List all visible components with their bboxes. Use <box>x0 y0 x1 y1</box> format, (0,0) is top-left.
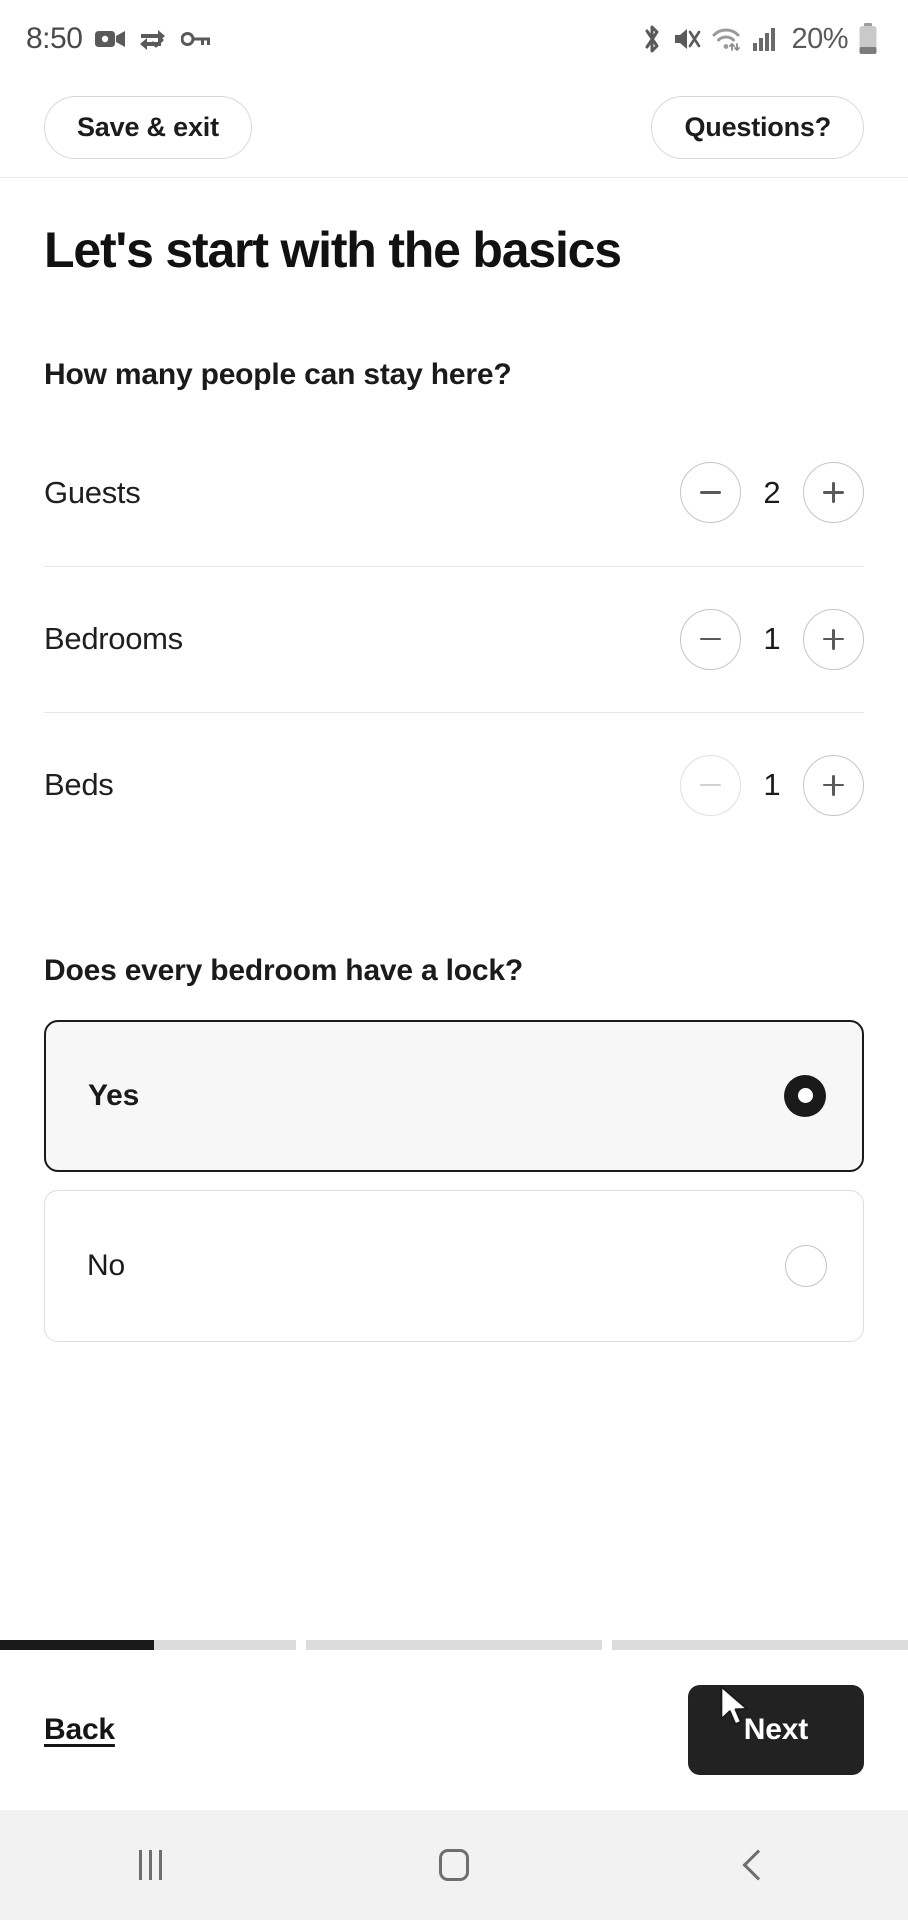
counter-label: Guests <box>44 474 141 510</box>
minus-icon <box>700 783 721 787</box>
radio-selected-icon <box>784 1074 826 1117</box>
progress-segment-1 <box>0 1640 296 1650</box>
lock-option-no[interactable]: No <box>44 1189 864 1342</box>
video-camera-icon <box>95 28 126 50</box>
lock-option-label: No <box>87 1248 125 1282</box>
wifi-icon <box>711 26 743 52</box>
status-bar-left: 8:50 <box>26 22 211 56</box>
guests-value: 2 <box>763 474 781 510</box>
lock-options-list: Yes No <box>44 1019 864 1342</box>
progress-segment-3 <box>612 1640 908 1650</box>
recents-icon[interactable] <box>138 1850 162 1880</box>
progress-bar <box>0 1640 908 1650</box>
beds-increment-button[interactable] <box>803 754 864 816</box>
back-button[interactable]: Back <box>44 1713 115 1747</box>
volume-muted-icon <box>673 26 701 52</box>
back-chevron-icon[interactable] <box>742 1849 774 1881</box>
counter-label: Bedrooms <box>44 621 183 656</box>
counter-row-guests: Guests 2 <box>44 420 864 566</box>
questions-button[interactable]: Questions? <box>651 96 864 159</box>
cellular-signal-icon <box>753 27 779 51</box>
lock-option-yes[interactable]: Yes <box>44 1019 864 1172</box>
guests-increment-button[interactable] <box>803 462 864 523</box>
next-button[interactable]: Next <box>687 1685 864 1775</box>
footer-nav: Back Next <box>0 1650 908 1810</box>
status-clock: 8:50 <box>26 22 83 55</box>
progress-segment-2 <box>306 1640 602 1650</box>
bedrooms-increment-button[interactable] <box>803 608 864 670</box>
page-title: Let's start with the basics <box>44 222 622 278</box>
lock-option-label: Yes <box>88 1078 140 1112</box>
home-icon[interactable] <box>439 1849 470 1881</box>
plus-icon <box>823 628 844 650</box>
counter-row-bedrooms: Bedrooms 1 <box>44 565 864 712</box>
battery-percent-label: 20% <box>791 22 848 55</box>
key-icon <box>181 31 211 47</box>
counter-label: Beds <box>44 767 114 802</box>
counter-list: Guests 2 Bedrooms 1 Beds 1 <box>44 420 864 858</box>
guests-stepper: 2 <box>680 462 864 523</box>
battery-icon <box>858 23 878 55</box>
beds-decrement-button <box>680 754 741 816</box>
header-bar: Save & exit Questions? <box>0 78 908 178</box>
save-and-exit-button[interactable]: Save & exit <box>44 96 252 159</box>
radio-unselected-icon <box>785 1244 827 1287</box>
minus-icon <box>700 637 721 641</box>
status-bar: 8:50 20% <box>0 0 908 78</box>
lock-question-label: Does every bedroom have a lock? <box>44 953 524 987</box>
plus-icon <box>823 774 844 796</box>
guests-decrement-button[interactable] <box>680 462 741 523</box>
app-screen: 8:50 20% Save & exit Questions? Let's st… <box>0 0 908 1920</box>
main-content: Let's start with the basics How many peo… <box>0 178 908 1640</box>
minus-icon <box>700 491 721 494</box>
android-nav-bar <box>0 1810 908 1920</box>
beds-value: 1 <box>763 767 781 802</box>
beds-stepper: 1 <box>680 754 864 816</box>
bedrooms-decrement-button[interactable] <box>680 608 741 670</box>
counter-row-beds: Beds 1 <box>44 711 864 858</box>
data-sync-icon <box>139 27 168 51</box>
bluetooth-icon <box>641 24 663 54</box>
status-bar-right: 20% <box>641 23 878 56</box>
footer-area: Back Next <box>0 1640 908 1810</box>
plus-icon <box>823 482 844 503</box>
bedrooms-stepper: 1 <box>680 608 864 670</box>
capacity-question-label: How many people can stay here? <box>44 357 512 391</box>
bedrooms-value: 1 <box>763 621 781 656</box>
